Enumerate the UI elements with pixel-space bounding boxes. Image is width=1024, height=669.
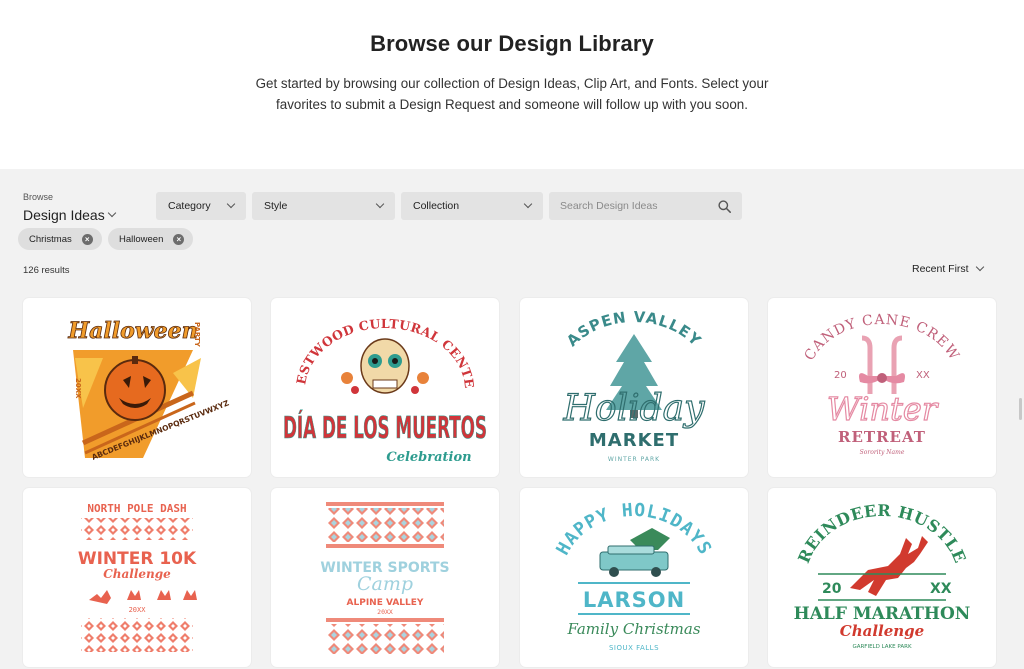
design-line-2: Camp — [357, 573, 413, 595]
design-line-5: Challenge — [840, 622, 924, 640]
collection-dropdown-label: Collection — [413, 200, 460, 212]
filter-chip-label: Christmas — [29, 233, 72, 245]
collection-dropdown[interactable]: Collection — [401, 192, 543, 220]
design-line-2: LARSON — [583, 588, 685, 612]
sort-label: Recent First — [912, 263, 969, 275]
chevron-down-icon — [975, 262, 984, 272]
category-dropdown[interactable]: Category — [156, 192, 246, 220]
search-box — [549, 192, 742, 220]
design-line-1: CANDY CANE CREW — [802, 312, 962, 364]
design-artwork: HAPPY HOLIDAYS LARSON Family Christmas S… — [552, 500, 714, 652]
design-line-4: 20XX — [129, 606, 147, 614]
design-line-3: MARKET — [589, 430, 679, 451]
page-subtitle: Get started by browsing our collection o… — [255, 76, 769, 112]
design-line-6: GARFIELD LAKE PARK — [852, 644, 911, 650]
design-card-aspen-valley-holiday-market[interactable]: ASPEN VALLEY Holiday MARKET WINTER PARK — [520, 298, 748, 477]
design-line-1: REINDEER HUSTLE — [794, 501, 969, 566]
results-count: 126 results — [23, 265, 70, 276]
browse-type-value: Design Ideas — [23, 207, 105, 223]
design-card-winter-sports-camp[interactable]: WINTER SPORTS Camp ALPINE VALLEY 20XX — [271, 488, 499, 667]
design-artwork: REINDEER HUSTLE 20 XX HALF MARATHON Chal… — [794, 501, 971, 650]
design-card-north-pole-dash[interactable]: NORTH POLE DASH WINTER 10K Challenge 20X… — [23, 488, 251, 667]
design-line-4: Winter — [827, 390, 939, 428]
design-line-2: PARTY — [193, 322, 201, 348]
page-title: Browse our Design Library — [370, 31, 654, 56]
design-artwork: WINTER SPORTS Camp ALPINE VALLEY 20XX — [320, 502, 450, 654]
design-line-4: HALF MARATHON — [794, 604, 971, 624]
design-line-3: XX — [916, 370, 930, 381]
browse-type-select[interactable]: Design Ideas — [23, 207, 116, 223]
design-line-4: SIOUX FALLS — [609, 644, 659, 652]
design-line-2: WINTER 10K — [78, 549, 197, 569]
design-artwork: WESTWOOD CULTURAL CENTER DÍA DE LOS MUER… — [271, 298, 487, 465]
style-dropdown[interactable]: Style — [252, 192, 395, 220]
design-line-4: 20XX — [377, 608, 393, 616]
design-artwork: ASPEN VALLEY Holiday MARKET WINTER PARK — [562, 308, 706, 463]
remove-chip-icon[interactable]: × — [173, 233, 185, 245]
style-dropdown-label: Style — [264, 200, 288, 212]
design-line-4: WINTER PARK — [608, 456, 660, 463]
category-dropdown-label: Category — [168, 200, 211, 212]
svg-text:REINDEER HUSTLE: REINDEER HUSTLE — [794, 501, 970, 566]
chevron-down-icon — [107, 208, 116, 218]
design-card-dia-de-los-muertos[interactable]: WESTWOOD CULTURAL CENTER DÍA DE LOS MUER… — [271, 298, 499, 477]
design-line-2: Holiday — [563, 388, 706, 429]
svg-text:CANDY CANE CREW: CANDY CANE CREW — [802, 312, 963, 364]
browse-label: Browse — [23, 192, 54, 202]
chevron-down-icon — [226, 199, 236, 209]
design-line-3: Celebration — [386, 450, 471, 465]
design-line-3: Challenge — [103, 567, 171, 581]
design-line-3: 20XX — [74, 378, 82, 399]
design-line-1: Halloween — [67, 318, 197, 344]
hero-section: Browse our Design Library Get started by… — [0, 0, 1024, 169]
design-line-3: Family Christmas — [566, 620, 700, 638]
chevron-down-icon — [375, 199, 385, 209]
design-line-3: ALPINE VALLEY — [347, 598, 424, 608]
design-card-candy-cane-crew-winter-retreat[interactable]: CANDY CANE CREW 20 XX Winter RETREAT Sor… — [768, 298, 996, 477]
library-panel: Browse Design Ideas Category Style Colle… — [0, 169, 1024, 669]
design-line-5: RETREAT — [838, 428, 926, 446]
design-line-6: Sorority Name — [860, 449, 905, 456]
design-line-2: 20 — [822, 581, 842, 597]
search-icon[interactable] — [718, 199, 731, 213]
sort-dropdown[interactable]: Recent First — [912, 262, 984, 275]
design-artwork: CANDY CANE CREW 20 XX Winter RETREAT Sor… — [802, 312, 963, 456]
remove-chip-icon[interactable]: × — [81, 233, 93, 245]
filter-chip-christmas: Christmas × — [18, 228, 102, 250]
design-line-2: 20 — [834, 370, 847, 381]
design-card-reindeer-hustle[interactable]: REINDEER HUSTLE 20 XX HALF MARATHON Chal… — [768, 488, 996, 667]
design-card-halloween-party[interactable]: Halloween PARTY 20XX ABCDEFGHIJKLMNOPQRS… — [23, 298, 251, 477]
design-artwork: Halloween PARTY 20XX ABCDEFGHIJKLMNOPQRS… — [67, 318, 231, 462]
design-line-1: NORTH POLE DASH — [87, 502, 186, 515]
filter-chip-halloween: Halloween × — [108, 228, 194, 250]
design-line-2: DÍA DE LOS MUERTOS — [283, 410, 487, 446]
design-artwork: NORTH POLE DASH WINTER 10K Challenge 20X… — [78, 502, 197, 652]
filter-chip-label: Halloween — [119, 233, 164, 245]
search-input[interactable] — [560, 200, 710, 212]
chevron-down-icon — [523, 199, 533, 209]
design-card-happy-holidays-larson[interactable]: HAPPY HOLIDAYS LARSON Family Christmas S… — [520, 488, 748, 667]
scrollbar-thumb[interactable] — [1019, 398, 1022, 420]
design-line-3: XX — [930, 581, 952, 597]
